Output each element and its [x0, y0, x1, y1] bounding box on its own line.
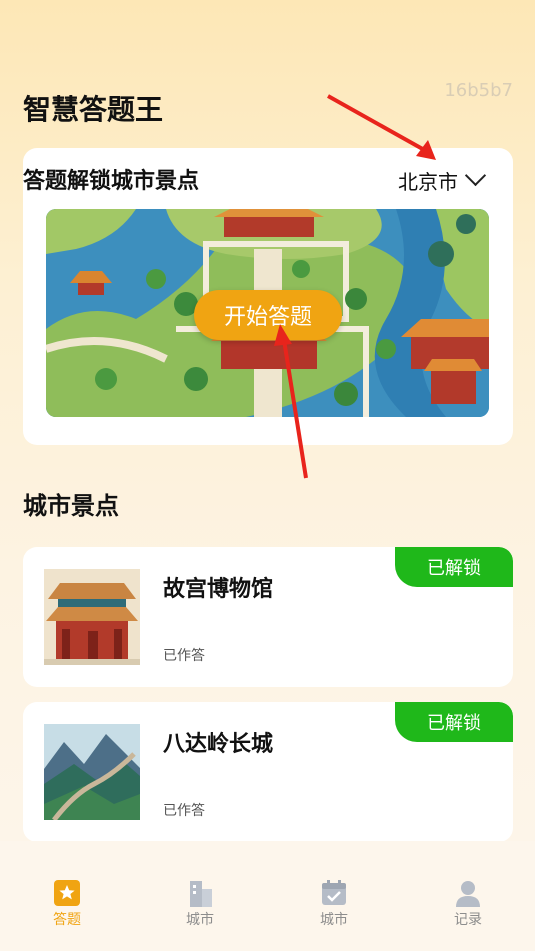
quiz-card-title: 答题解锁城市景点 — [23, 169, 200, 194]
spot-name: 八达岭长城 — [163, 732, 274, 757]
spot-status: 已作答 — [163, 648, 205, 664]
buildings-icon — [190, 881, 212, 907]
tab-city[interactable]: 城市 — [150, 881, 250, 929]
city-selector[interactable]: 北京市 — [398, 164, 487, 195]
spot-card[interactable]: 故宫博物馆 已作答 已解锁 — [23, 547, 513, 687]
user-icon — [456, 881, 480, 907]
spot-name: 故宫博物馆 — [163, 577, 274, 602]
tab-record[interactable]: 记录 — [418, 881, 518, 929]
tab-city-calendar[interactable]: 城市 — [284, 880, 384, 929]
unlocked-badge: 已解锁 — [395, 547, 513, 587]
tab-label: 城市 — [320, 912, 348, 928]
section-title: 城市景点 — [23, 492, 119, 520]
tab-answer[interactable]: 答题 — [17, 880, 117, 929]
city-selector-label: 北京市 — [398, 170, 458, 194]
star-icon — [54, 880, 80, 906]
watermark: 16b5b7 — [444, 80, 513, 101]
spot-thumbnail — [44, 569, 140, 665]
tab-label: 记录 — [454, 912, 482, 928]
spot-status: 已作答 — [163, 803, 205, 819]
spot-thumbnail — [44, 724, 140, 820]
page-title: 智慧答题王 — [23, 93, 164, 126]
spot-card[interactable]: 八达岭长城 已作答 已解锁 — [23, 702, 513, 842]
tab-label: 城市 — [186, 912, 214, 928]
tab-label: 答题 — [53, 912, 81, 928]
chevron-down-icon — [464, 164, 487, 187]
unlocked-badge: 已解锁 — [395, 702, 513, 742]
calendar-check-icon — [322, 880, 346, 905]
start-quiz-button[interactable]: 开始答题 — [194, 290, 342, 340]
bottom-tab-bar: 答题 城市 城市 记录 — [0, 841, 535, 951]
